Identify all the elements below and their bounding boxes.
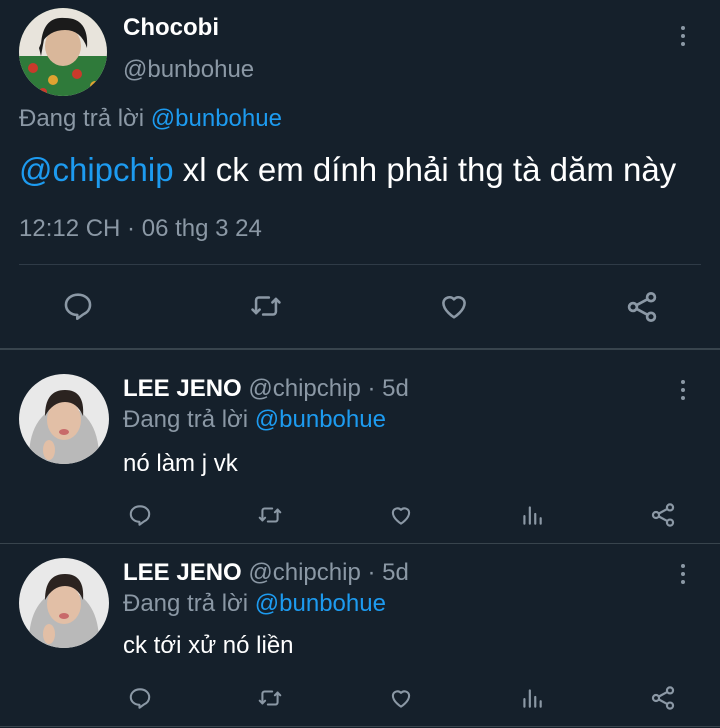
author-display-name[interactable]: LEE JENO xyxy=(123,375,242,402)
tweet-body: xl ck em dính phải thg tà dăm này xyxy=(173,151,677,188)
author-handle[interactable]: @bunbohue xyxy=(123,55,254,85)
tweet-timestamp[interactable]: 12:12 CH · 06 thg 3 24 xyxy=(19,214,262,244)
avatar-image xyxy=(19,8,107,96)
reply-time[interactable]: · 5d xyxy=(367,375,408,402)
reply-to-link[interactable]: @bunbohue xyxy=(255,590,386,617)
share-icon[interactable] xyxy=(649,501,677,529)
reply-header: LEE JENO @chipchip · 5d xyxy=(123,558,409,588)
avatar[interactable] xyxy=(19,558,109,648)
avatar[interactable] xyxy=(19,374,109,464)
reply-icon[interactable] xyxy=(61,289,95,323)
reply-context: Đang trả lời @bunbohue xyxy=(123,589,386,619)
heart-icon[interactable] xyxy=(387,685,415,711)
reply-context: Đang trả lời @bunbohue xyxy=(123,405,386,435)
analytics-icon[interactable] xyxy=(519,502,545,528)
reply-prefix: Đang trả lời xyxy=(123,406,249,433)
retweet-icon[interactable] xyxy=(256,685,284,711)
reply-header: LEE JENO @chipchip · 5d xyxy=(123,374,409,404)
reply-text: ck tới xử nó liền xyxy=(123,632,294,659)
author-handle[interactable]: @chipchip xyxy=(248,559,360,586)
reply-icon[interactable] xyxy=(127,502,153,528)
divider xyxy=(19,264,701,265)
more-vertical-icon[interactable] xyxy=(673,560,693,588)
reply-to-link[interactable]: @bunbohue xyxy=(151,105,282,132)
share-icon[interactable] xyxy=(624,289,660,325)
retweet-icon[interactable] xyxy=(256,502,284,528)
analytics-icon[interactable] xyxy=(519,685,545,711)
author-handle[interactable]: @chipchip xyxy=(248,375,360,402)
section-divider xyxy=(0,348,720,350)
reply-to-link[interactable]: @bunbohue xyxy=(255,406,386,433)
heart-icon[interactable] xyxy=(387,502,415,528)
reply-prefix: Đang trả lời xyxy=(19,105,145,132)
author-display-name[interactable]: Chocobi xyxy=(123,13,219,43)
retweet-icon[interactable] xyxy=(248,289,284,323)
reply-text: nó làm j vk xyxy=(123,450,238,477)
mention-link[interactable]: @chipchip xyxy=(19,151,174,188)
reply-icon[interactable] xyxy=(127,685,153,711)
reply-time[interactable]: · 5d xyxy=(367,559,408,586)
tweet-text: @chipchip xl ck em dính phải thg tà dăm … xyxy=(19,150,676,190)
avatar[interactable] xyxy=(19,8,107,96)
reply-context: Đang trả lời @bunbohue xyxy=(19,104,282,134)
divider xyxy=(0,543,720,544)
share-icon[interactable] xyxy=(649,684,677,712)
heart-icon[interactable] xyxy=(436,289,472,323)
more-vertical-icon[interactable] xyxy=(673,376,693,404)
author-display-name[interactable]: LEE JENO xyxy=(123,559,242,586)
more-vertical-icon[interactable] xyxy=(673,22,693,50)
divider xyxy=(0,726,720,727)
reply-prefix: Đang trả lời xyxy=(123,590,249,617)
